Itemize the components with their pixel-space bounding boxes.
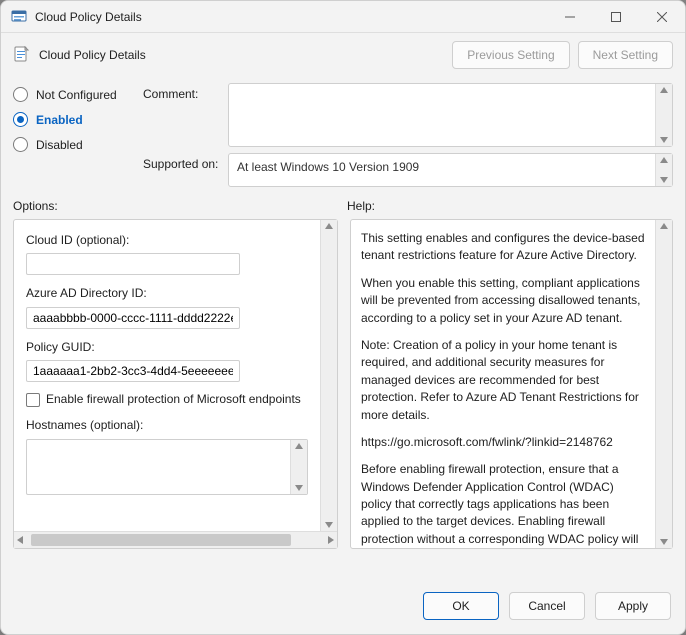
- scroll-down-icon[interactable]: [321, 514, 337, 531]
- scrollbar[interactable]: [290, 440, 307, 494]
- comment-textarea[interactable]: [228, 83, 673, 147]
- scroll-right-icon[interactable]: [320, 532, 337, 548]
- checkbox-icon: [26, 393, 40, 407]
- radio-not-configured[interactable]: Not Configured: [13, 87, 133, 102]
- maximize-button[interactable]: [593, 1, 639, 33]
- scroll-left-icon[interactable]: [14, 532, 31, 548]
- supported-on-value: At least Windows 10 Version 1909: [229, 154, 655, 186]
- radio-label: Not Configured: [36, 88, 117, 102]
- comment-label: Comment:: [143, 83, 228, 101]
- app-icon: [11, 9, 27, 25]
- scroll-up-icon[interactable]: [656, 154, 672, 170]
- supported-on-field: At least Windows 10 Version 1909: [228, 153, 673, 187]
- help-content: This setting enables and configures the …: [351, 220, 655, 548]
- radio-dot-icon: [13, 112, 28, 127]
- comment-value: [229, 84, 655, 146]
- radio-dot-icon: [13, 87, 28, 102]
- options-hscrollbar[interactable]: [14, 531, 337, 548]
- policy-icon: [13, 46, 31, 64]
- scroll-down-icon[interactable]: [291, 477, 307, 494]
- dialog-window: Cloud Policy Details Cloud Policy Detail…: [0, 0, 686, 635]
- hostnames-textarea[interactable]: [26, 439, 308, 495]
- scrollbar[interactable]: [655, 84, 672, 146]
- config-area: Not Configured Enabled Disabled Comment:: [1, 77, 685, 197]
- help-paragraph: When you enable this setting, compliant …: [361, 275, 645, 327]
- help-scrollbar[interactable]: [655, 220, 672, 548]
- hostnames-label: Hostnames (optional):: [26, 417, 308, 434]
- apply-button[interactable]: Apply: [595, 592, 671, 620]
- radio-enabled[interactable]: Enabled: [13, 112, 133, 127]
- cloud-id-label: Cloud ID (optional):: [26, 232, 308, 249]
- help-panel: This setting enables and configures the …: [350, 219, 673, 549]
- radio-dot-icon: [13, 137, 28, 152]
- scroll-down-icon[interactable]: [656, 531, 672, 548]
- close-button[interactable]: [639, 1, 685, 33]
- radio-label: Disabled: [36, 138, 83, 152]
- radio-label: Enabled: [36, 113, 83, 127]
- cloud-id-input[interactable]: [26, 253, 240, 275]
- help-paragraph: Note: Creation of a policy in your home …: [361, 337, 645, 424]
- firewall-checkbox-row[interactable]: Enable firewall protection of Microsoft …: [26, 392, 308, 407]
- radio-disabled[interactable]: Disabled: [13, 137, 133, 152]
- scroll-thumb[interactable]: [31, 534, 291, 546]
- ok-button[interactable]: OK: [423, 592, 499, 620]
- policy-guid-label: Policy GUID:: [26, 339, 308, 356]
- options-scrollbar[interactable]: [320, 220, 337, 531]
- help-paragraph: Before enabling firewall protection, ens…: [361, 461, 645, 548]
- azure-dir-input[interactable]: [26, 307, 240, 329]
- policy-guid-input[interactable]: [26, 360, 240, 382]
- help-heading: Help:: [347, 199, 673, 213]
- firewall-checkbox-label: Enable firewall protection of Microsoft …: [46, 392, 301, 407]
- scroll-up-icon[interactable]: [321, 220, 337, 237]
- supported-on-label: Supported on:: [143, 153, 228, 171]
- help-paragraph: This setting enables and configures the …: [361, 230, 645, 265]
- panels: Cloud ID (optional): Azure AD Directory …: [1, 219, 685, 580]
- window-title: Cloud Policy Details: [35, 10, 142, 24]
- scrollbar[interactable]: [655, 154, 672, 186]
- subheader: Cloud Policy Details Previous Setting Ne…: [1, 33, 685, 77]
- scroll-up-icon[interactable]: [656, 220, 672, 237]
- dialog-footer: OK Cancel Apply: [1, 580, 685, 634]
- azure-dir-label: Azure AD Directory ID:: [26, 285, 308, 302]
- scroll-down-icon[interactable]: [656, 170, 672, 186]
- scroll-up-icon[interactable]: [656, 84, 672, 101]
- help-link-text: https://go.microsoft.com/fwlink/?linkid=…: [361, 434, 645, 451]
- state-radio-group: Not Configured Enabled Disabled: [13, 83, 133, 187]
- options-heading: Options:: [13, 199, 335, 213]
- section-labels: Options: Help:: [1, 197, 685, 219]
- options-panel: Cloud ID (optional): Azure AD Directory …: [13, 219, 338, 549]
- page-title: Cloud Policy Details: [39, 48, 146, 62]
- previous-setting-button[interactable]: Previous Setting: [452, 41, 569, 69]
- scroll-down-icon[interactable]: [656, 129, 672, 146]
- minimize-button[interactable]: [547, 1, 593, 33]
- next-setting-button[interactable]: Next Setting: [578, 41, 673, 69]
- cancel-button[interactable]: Cancel: [509, 592, 585, 620]
- titlebar: Cloud Policy Details: [1, 1, 685, 33]
- hostnames-value: [27, 440, 290, 494]
- scroll-up-icon[interactable]: [291, 440, 307, 457]
